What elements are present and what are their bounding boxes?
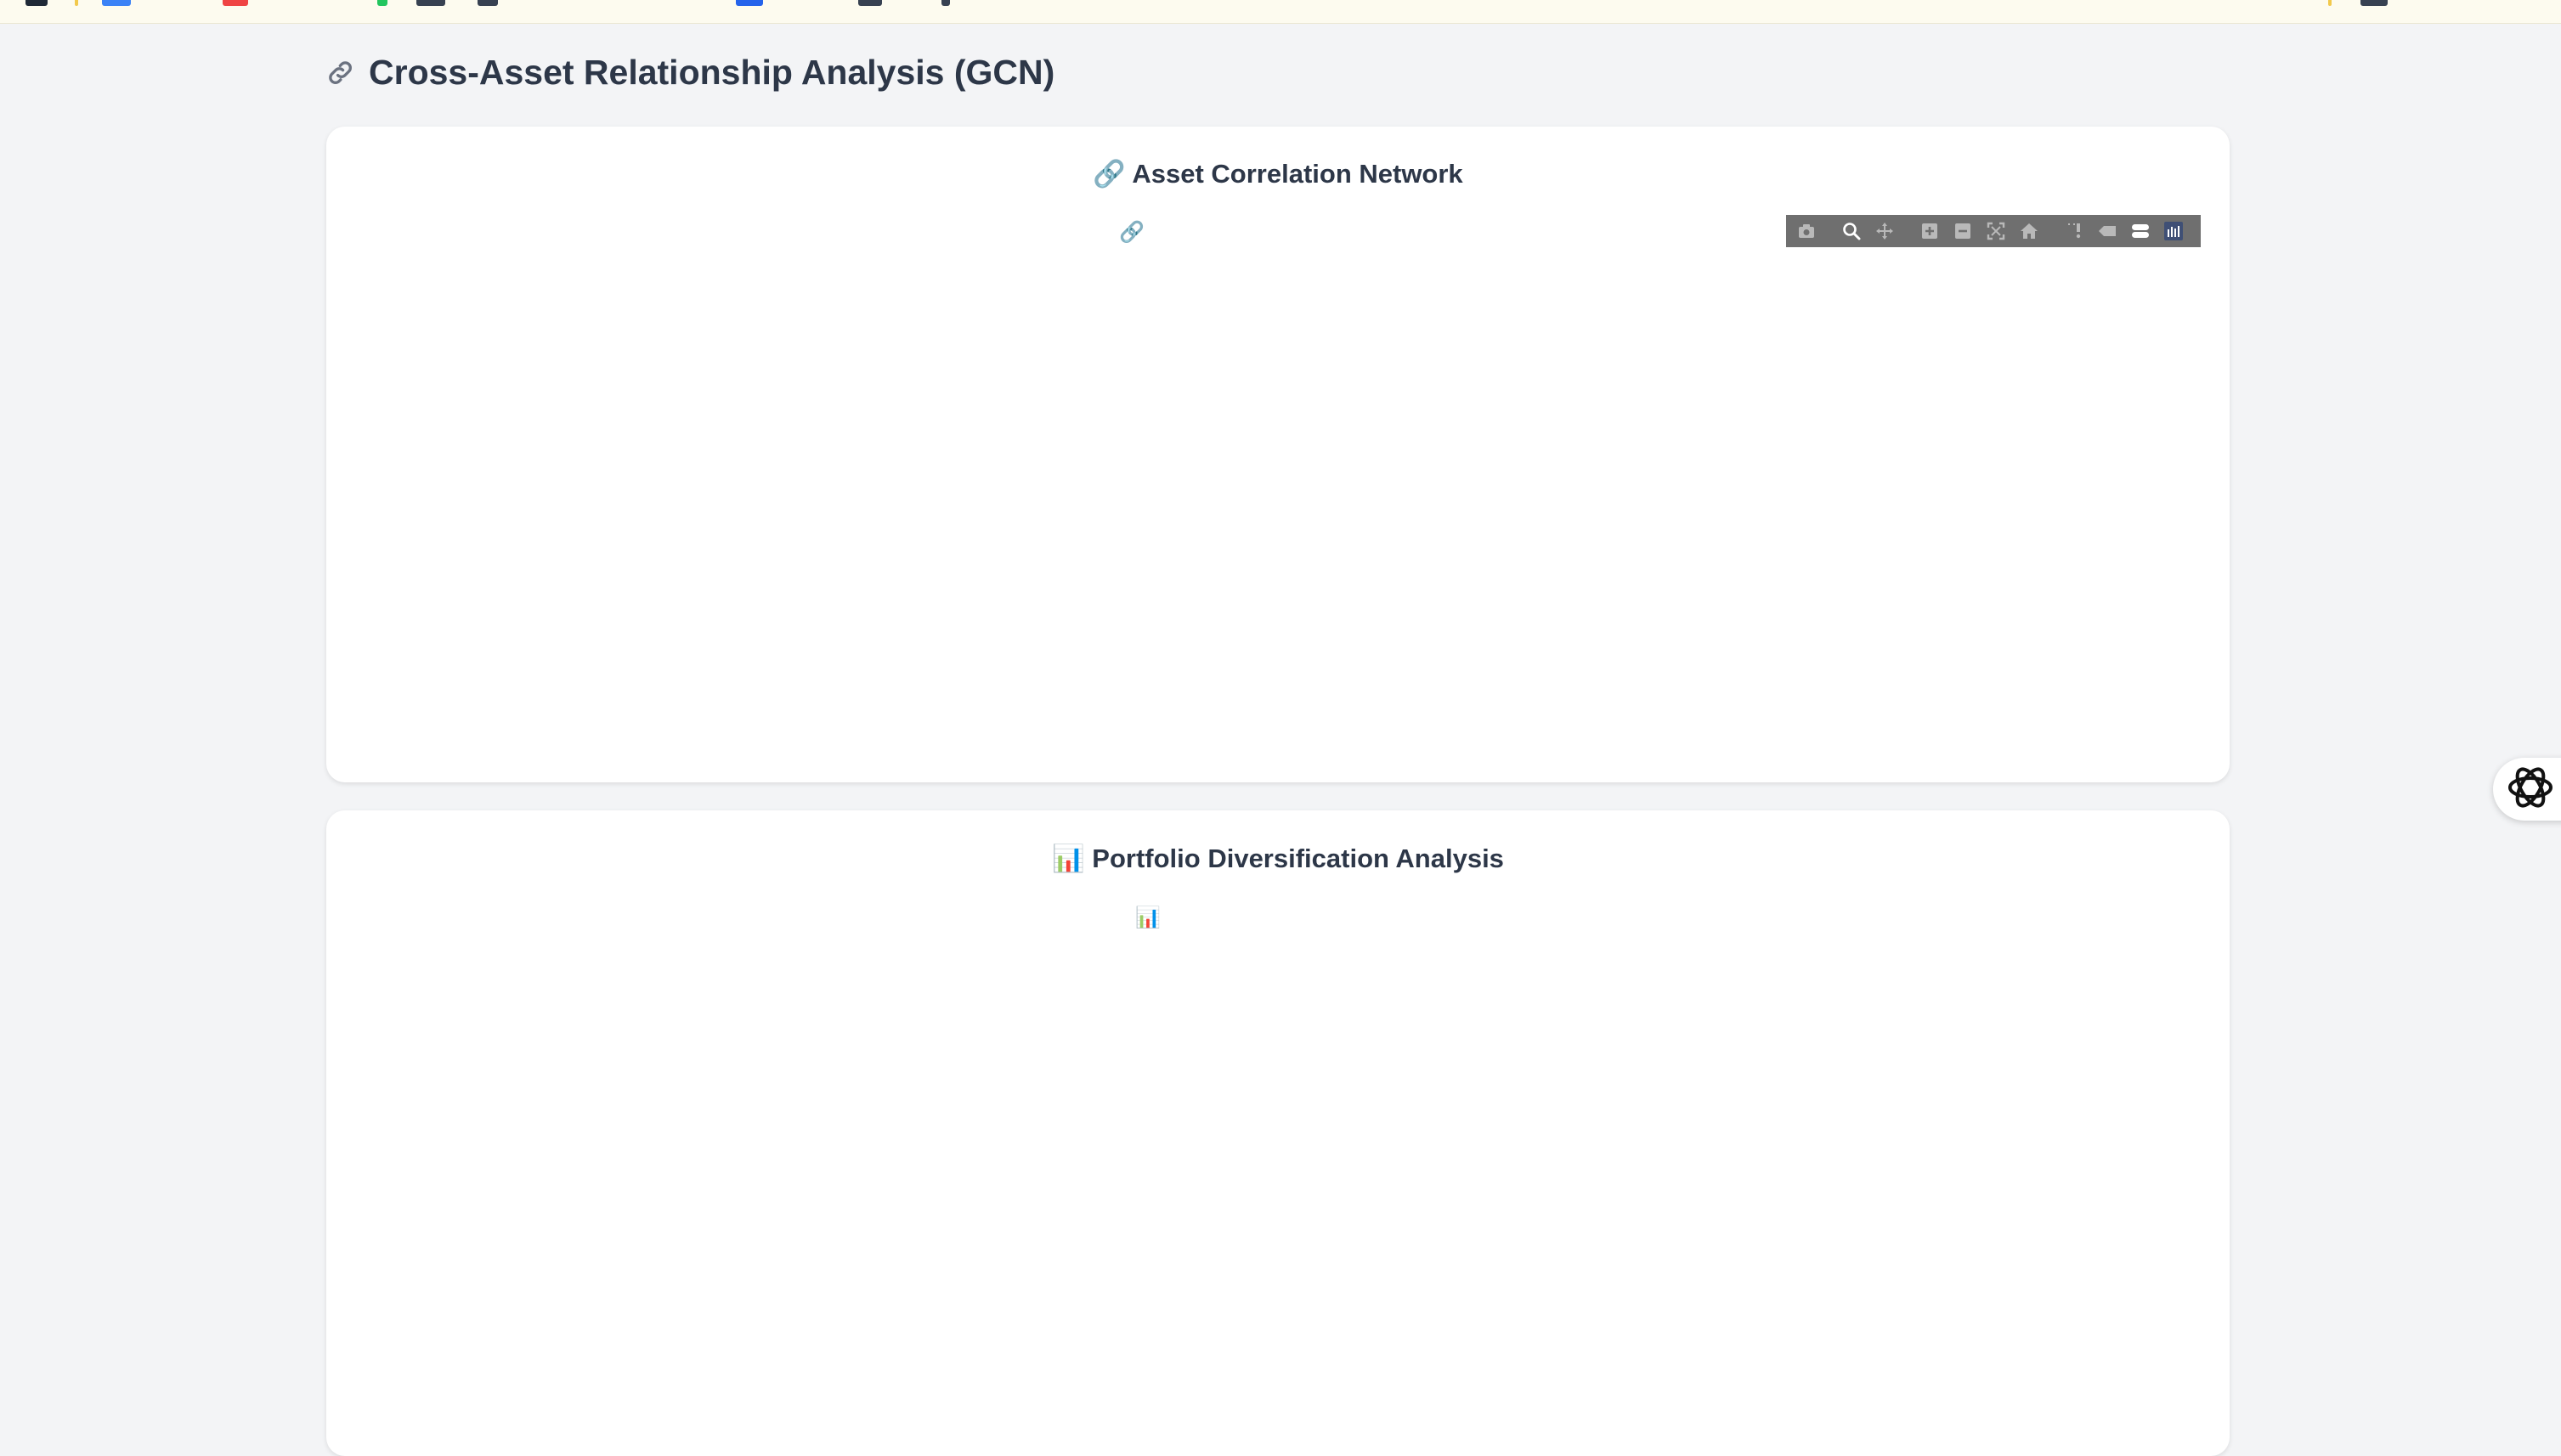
bookmark-icon[interactable] <box>2360 0 2388 6</box>
asset-correlation-network-card: 🔗 Asset Correlation Network 🔗 <box>326 127 2230 782</box>
page-title: Cross-Asset Relationship Analysis (GCN) <box>326 53 1054 93</box>
bookmark-icon[interactable] <box>941 0 950 6</box>
page-title-text: Cross-Asset Relationship Analysis (GCN) <box>369 53 1055 92</box>
portfolio-diversification-card: 📊 Portfolio Diversification Analysis 📊 <box>326 810 2230 1456</box>
camera-icon[interactable] <box>1793 217 1820 245</box>
plot-modebar <box>1786 215 2201 247</box>
plotly-logo-icon[interactable] <box>2160 217 2187 245</box>
link-icon <box>318 50 365 97</box>
network-chart-title: 🔗 Asset Correlation Network <box>1093 159 1463 189</box>
browser-bookmarks-bar <box>0 0 2561 24</box>
bookmark-icon[interactable] <box>416 0 445 6</box>
hover-compare-icon[interactable] <box>2127 217 2154 245</box>
bookmark-icon[interactable] <box>736 0 763 6</box>
ai-assistant-button[interactable] <box>2493 758 2561 821</box>
zoom-in-icon[interactable] <box>1916 217 1943 245</box>
home-icon[interactable] <box>2015 217 2043 245</box>
network-placeholder-link-icon: 🔗 <box>1119 221 1145 244</box>
bookmark-icon[interactable] <box>478 0 498 6</box>
hover-closest-icon[interactable] <box>2094 217 2121 245</box>
bookmark-icon[interactable] <box>75 0 78 6</box>
diversification-placeholder-chart-icon: 📊 <box>1135 906 1161 929</box>
diversification-chart-title: 📊 Portfolio Diversification Analysis <box>1052 844 1504 873</box>
bookmark-icon[interactable] <box>377 0 387 6</box>
openai-logo-icon <box>2505 762 2556 817</box>
bookmark-icon[interactable] <box>25 0 48 6</box>
bookmark-icon[interactable] <box>2328 0 2332 6</box>
bookmark-icon[interactable] <box>858 0 882 6</box>
bookmark-icon[interactable] <box>223 0 248 6</box>
spike-lines-icon[interactable] <box>2061 217 2088 245</box>
zoom-out-icon[interactable] <box>1949 217 1976 245</box>
autoscale-icon[interactable] <box>1982 217 2010 245</box>
bookmark-icon[interactable] <box>102 0 131 6</box>
zoom-icon[interactable] <box>1838 217 1865 245</box>
pan-icon[interactable] <box>1871 217 1898 245</box>
